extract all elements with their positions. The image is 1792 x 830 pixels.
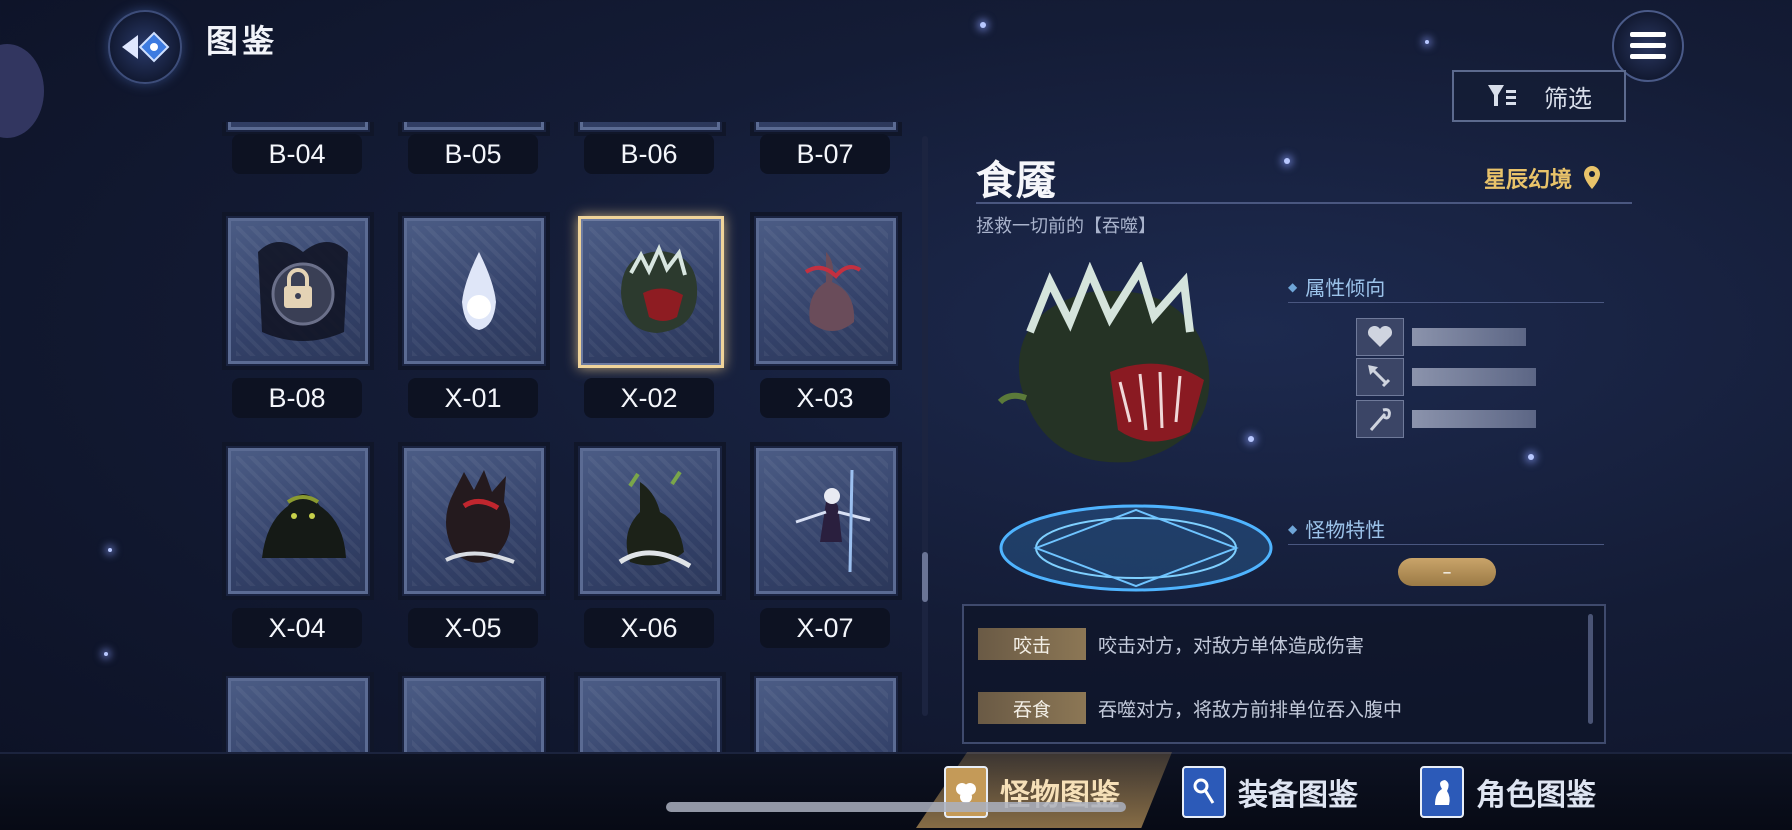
skill-description: 吞噬对方，将敌方前排单位吞入腹中 bbox=[1098, 698, 1403, 721]
trait-badge[interactable]: – bbox=[1398, 558, 1496, 586]
grid-cell-x05[interactable]: X-05 bbox=[398, 446, 548, 656]
map-pin-icon bbox=[1584, 166, 1601, 189]
star-particle bbox=[1425, 40, 1429, 44]
tab-character-codex[interactable]: 角色图鉴 bbox=[1420, 764, 1596, 820]
skill-name: 咬击 bbox=[978, 628, 1086, 660]
skill-description: 咬击对方，对敌方单体造成伤害 bbox=[1098, 634, 1365, 657]
monster-subtitle: 拯救一切前的【吞噬】 bbox=[976, 216, 1156, 237]
heart-icon bbox=[1356, 318, 1404, 356]
monster-portrait-x02 bbox=[621, 243, 698, 333]
tab-label: 装备图鉴 bbox=[1238, 778, 1358, 813]
monster-name: 食魇 bbox=[976, 157, 1056, 204]
monster-portrait-x04 bbox=[262, 494, 346, 558]
divider bbox=[1288, 544, 1604, 545]
cell-label: X-02 bbox=[584, 378, 714, 418]
attribute-bar-attack bbox=[1412, 368, 1536, 386]
grid-cell-x03[interactable]: X-03 bbox=[750, 216, 900, 426]
star-particle bbox=[108, 548, 112, 552]
star-particle bbox=[1528, 454, 1534, 460]
grid-scrollbar[interactable] bbox=[922, 136, 928, 716]
attribute-row-magic bbox=[1356, 400, 1536, 438]
grid-cell-b07[interactable]: B-07 bbox=[750, 122, 900, 192]
cell-label: B-08 bbox=[232, 378, 362, 418]
grid-cell-x01[interactable]: X-01 bbox=[398, 216, 548, 426]
cell-label: X-04 bbox=[232, 608, 362, 648]
star-particle bbox=[1284, 158, 1290, 164]
monster-portrait-large bbox=[997, 262, 1210, 463]
hamburger-menu-icon bbox=[1630, 32, 1666, 59]
filter-button[interactable]: 筛选 bbox=[1452, 70, 1626, 122]
page-title: 图鉴 bbox=[206, 22, 279, 60]
attribute-row-attack bbox=[1356, 358, 1536, 396]
skill-name: 吞食 bbox=[978, 692, 1086, 724]
grid-cell-x02[interactable]: X-02 bbox=[574, 216, 724, 426]
magic-circle-effect bbox=[999, 504, 1273, 592]
cell-label: B-06 bbox=[584, 134, 714, 174]
tab-equipment-codex[interactable]: 装备图鉴 bbox=[1182, 764, 1358, 820]
skill-row: 吞食 吞噬对方，将敌方前排单位吞入腹中 bbox=[978, 692, 1402, 724]
cell-label: X-06 bbox=[584, 608, 714, 648]
back-button[interactable] bbox=[108, 10, 182, 84]
cell-label: X-07 bbox=[760, 608, 890, 648]
grid-cell-b04[interactable]: B-04 bbox=[222, 122, 372, 192]
skills-scrollbar[interactable] bbox=[1588, 614, 1593, 724]
character-card-icon bbox=[1420, 766, 1464, 818]
monster-portrait-x06 bbox=[618, 470, 692, 569]
grid-cell-x07[interactable]: X-07 bbox=[750, 446, 900, 656]
grid-cell-locked[interactable] bbox=[398, 676, 548, 752]
attributes-section-title: ◆ 属性倾向 bbox=[1288, 276, 1386, 300]
location-label: 星辰幻境 bbox=[1484, 168, 1573, 193]
monster-card-selected bbox=[578, 216, 724, 368]
location-link[interactable]: 星辰幻境 bbox=[1484, 162, 1602, 194]
cell-label: X-03 bbox=[760, 378, 890, 418]
cell-label: B-07 bbox=[760, 134, 890, 174]
back-arrow-icon bbox=[122, 31, 170, 63]
traits-section-title: ◆ 怪物特性 bbox=[1288, 518, 1386, 542]
filter-label: 筛选 bbox=[1544, 84, 1592, 113]
grid-cell-x04[interactable]: X-04 bbox=[222, 446, 372, 656]
attribute-row-hp bbox=[1356, 318, 1526, 356]
grid-cell-x06[interactable]: X-06 bbox=[574, 446, 724, 656]
cell-label: B-05 bbox=[408, 134, 538, 174]
cell-label: X-05 bbox=[408, 608, 538, 648]
star-particle bbox=[1248, 436, 1254, 442]
staff-icon bbox=[1356, 400, 1404, 438]
monster-portrait-x07 bbox=[795, 469, 871, 573]
grid-cell-locked[interactable] bbox=[574, 676, 724, 752]
attribute-bar-hp bbox=[1412, 328, 1526, 346]
grid-cell-locked[interactable] bbox=[750, 676, 900, 752]
filter-icon bbox=[1488, 85, 1516, 106]
skill-row: 咬击 咬击对方，对敌方单体造成伤害 bbox=[978, 628, 1364, 660]
monster-grid[interactable]: B-04 B-05 B-06 B-07 B-08 X-01 X-02 X-03 … bbox=[222, 122, 918, 752]
equipment-card-icon bbox=[1182, 766, 1226, 818]
star-particle bbox=[104, 652, 108, 656]
side-avatar-fragment bbox=[0, 44, 44, 138]
star-particle bbox=[980, 22, 986, 28]
grid-cell-b08[interactable]: B-08 bbox=[222, 216, 372, 426]
divider bbox=[1288, 302, 1604, 303]
monster-card-locked bbox=[226, 216, 370, 366]
attribute-bar-magic bbox=[1412, 410, 1536, 428]
cell-label: B-04 bbox=[232, 134, 362, 174]
grid-cell-b05[interactable]: B-05 bbox=[398, 122, 548, 192]
home-indicator[interactable] bbox=[666, 802, 1126, 812]
grid-scrollbar-thumb[interactable] bbox=[922, 552, 928, 602]
monster-portrait-x03 bbox=[804, 252, 862, 331]
grid-cell-b06[interactable]: B-06 bbox=[574, 122, 724, 192]
monster-portrait-x01 bbox=[462, 252, 496, 330]
skills-panel[interactable]: 咬击 咬击对方，对敌方单体造成伤害 吞食 吞噬对方，将敌方前排单位吞入腹中 bbox=[962, 604, 1606, 744]
tab-label: 角色图鉴 bbox=[1476, 778, 1596, 813]
divider bbox=[976, 202, 1632, 204]
sword-icon bbox=[1356, 358, 1404, 396]
grid-cell-locked[interactable] bbox=[222, 676, 372, 752]
monster-portrait-x05 bbox=[445, 470, 515, 564]
lock-icon bbox=[284, 268, 312, 308]
cell-label: X-01 bbox=[408, 378, 538, 418]
